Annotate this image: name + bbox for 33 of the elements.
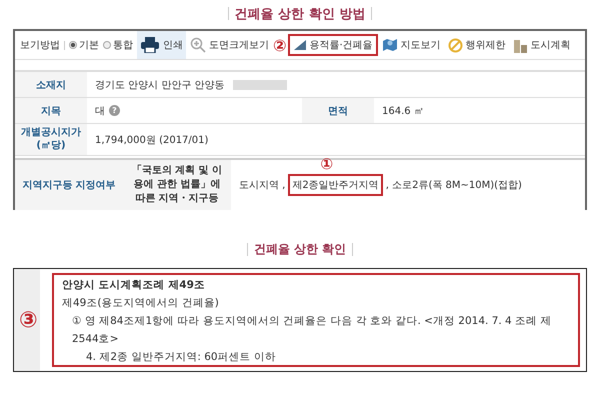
law-label: 「국토의 계획 및 이용에 관한 법률」에 따른 지역・지구등 (123, 160, 231, 210)
field-label: 지역지구등 지정여부 (15, 160, 123, 210)
map-icon (382, 37, 398, 53)
price-value: 1,794,000원 (2017/01) (95, 134, 208, 146)
toolbar-button[interactable]: 용적률·건폐율 (288, 34, 378, 56)
field-label: 소재지 (15, 72, 87, 98)
prohibited-icon (448, 38, 463, 52)
highlighted-zone: 제2종일반주거지역 (288, 174, 383, 196)
callout-number: ① (320, 155, 334, 173)
ordinance-title: 안양시 도시계획조례 제49조 (62, 278, 206, 293)
field-label: 개별공시지가(㎡당) (15, 124, 87, 156)
field-label: 지목 (15, 98, 87, 124)
callout-number: ② (273, 36, 287, 54)
view-radio[interactable]: 기본 (69, 38, 99, 52)
view-radio[interactable]: 통합 (103, 38, 133, 52)
item-text: 4. 제2종 일반주거지역: 60퍼센트 이하 (85, 350, 277, 365)
area-value: 164.6 ㎡ (382, 104, 424, 118)
clause-text: ① 영 제84조제1항에 따라 용도지역에서의 건폐율은 다음 각 호와 같다. <개정 2014. 7. 4 조례 제2544호> (71, 314, 552, 347)
view-mode-label: 보기방법 (20, 39, 60, 52)
buildings-icon (512, 38, 528, 52)
zone-value: 도시지역 , (239, 179, 286, 192)
section-heading: 건폐율 상한 확인 (254, 241, 346, 258)
section-heading: 건폐율 상한 확인 방법 (234, 6, 366, 23)
zoom-in-icon (190, 37, 206, 53)
category-value: 대 (95, 104, 105, 118)
article-title: 제49조(용도지역에서의 건폐율) (62, 296, 220, 311)
callout-number: ③ (19, 308, 38, 332)
toolbar-button[interactable]: 인쇄 (137, 31, 186, 59)
redaction-bar (232, 80, 287, 90)
zone-value: , 소로2류(폭 8M~10M)(접합) (386, 179, 522, 192)
address-value: 경기도 안양시 만안구 안양동 (95, 78, 225, 92)
printer-icon (140, 37, 160, 53)
field-label: 면적 (302, 98, 374, 124)
